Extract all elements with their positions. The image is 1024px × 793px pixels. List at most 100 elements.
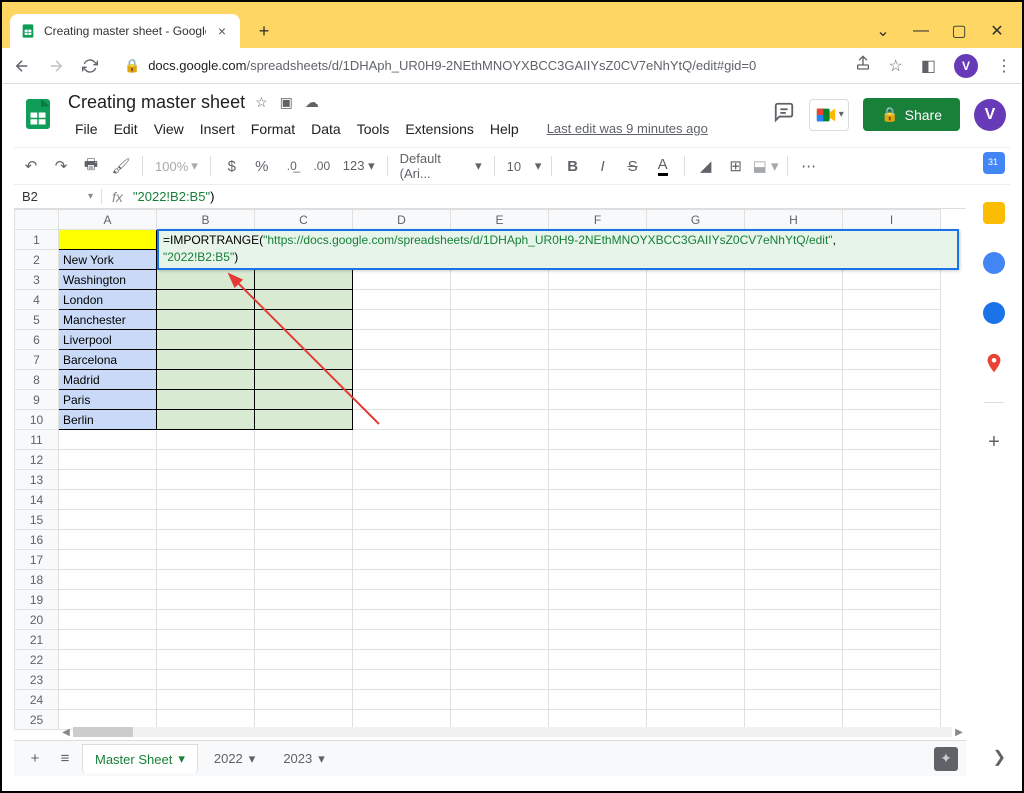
hide-panel-icon[interactable]: ❯ bbox=[993, 747, 1006, 767]
menu-edit[interactable]: Edit bbox=[107, 117, 145, 141]
cell[interactable] bbox=[843, 490, 941, 510]
cell[interactable] bbox=[157, 450, 255, 470]
close-tab-icon[interactable]: × bbox=[214, 23, 230, 39]
cell[interactable] bbox=[157, 490, 255, 510]
cell[interactable] bbox=[745, 430, 843, 450]
cell[interactable] bbox=[549, 530, 647, 550]
row-header[interactable]: 8 bbox=[15, 370, 59, 390]
cell[interactable] bbox=[647, 310, 745, 330]
cell[interactable] bbox=[745, 350, 843, 370]
reload-button[interactable] bbox=[80, 56, 100, 76]
menu-view[interactable]: View bbox=[147, 117, 191, 141]
cell[interactable] bbox=[255, 430, 353, 450]
cell[interactable] bbox=[157, 290, 255, 310]
cell[interactable] bbox=[353, 310, 451, 330]
chevron-down-icon[interactable]: ⌄ bbox=[876, 24, 890, 38]
zoom-dropdown[interactable]: 100% ▾ bbox=[151, 158, 202, 174]
formula-edit-overlay[interactable]: =IMPORTRANGE("https://docs.google.com/sp… bbox=[157, 229, 959, 270]
cell[interactable] bbox=[157, 590, 255, 610]
cell[interactable] bbox=[549, 590, 647, 610]
cell[interactable] bbox=[843, 670, 941, 690]
paint-format-button[interactable]: 🖌 bbox=[108, 153, 134, 179]
cell[interactable] bbox=[59, 630, 157, 650]
cell[interactable] bbox=[745, 310, 843, 330]
cell[interactable] bbox=[255, 610, 353, 630]
chevron-down-icon[interactable]: ▾ bbox=[318, 751, 325, 767]
tasks-icon[interactable] bbox=[983, 252, 1005, 274]
url-field[interactable]: 🔒 docs.google.com/spreadsheets/d/1DHAph_… bbox=[114, 58, 841, 74]
back-button[interactable] bbox=[12, 56, 32, 76]
percent-button[interactable]: % bbox=[249, 153, 275, 179]
cell[interactable] bbox=[745, 630, 843, 650]
cell[interactable] bbox=[59, 670, 157, 690]
row-header[interactable]: 23 bbox=[15, 670, 59, 690]
cell[interactable] bbox=[451, 430, 549, 450]
cell[interactable] bbox=[843, 510, 941, 530]
cell[interactable] bbox=[843, 690, 941, 710]
cell[interactable] bbox=[843, 410, 941, 430]
cell[interactable] bbox=[353, 690, 451, 710]
cell[interactable] bbox=[647, 670, 745, 690]
cell[interactable] bbox=[451, 270, 549, 290]
cell[interactable] bbox=[255, 390, 353, 410]
cell[interactable] bbox=[157, 350, 255, 370]
cell[interactable] bbox=[451, 350, 549, 370]
column-header[interactable]: E bbox=[451, 210, 549, 230]
column-header[interactable]: G bbox=[647, 210, 745, 230]
cell[interactable] bbox=[647, 470, 745, 490]
cell[interactable] bbox=[59, 430, 157, 450]
cell[interactable] bbox=[549, 470, 647, 490]
cell[interactable] bbox=[843, 270, 941, 290]
row-header[interactable]: 25 bbox=[15, 710, 59, 730]
cell[interactable] bbox=[647, 690, 745, 710]
scroll-left-icon[interactable]: ◀ bbox=[59, 727, 73, 738]
cell[interactable]: Liverpool bbox=[59, 330, 157, 350]
cell[interactable] bbox=[647, 450, 745, 470]
cell[interactable] bbox=[843, 650, 941, 670]
account-avatar[interactable]: V bbox=[974, 99, 1006, 131]
cell[interactable]: Washington bbox=[59, 270, 157, 290]
row-header[interactable]: 12 bbox=[15, 450, 59, 470]
cell[interactable] bbox=[59, 590, 157, 610]
cell[interactable] bbox=[157, 670, 255, 690]
cell[interactable] bbox=[745, 650, 843, 670]
cell[interactable] bbox=[255, 650, 353, 670]
last-edit-link[interactable]: Last edit was 9 minutes ago bbox=[540, 117, 715, 141]
cell[interactable] bbox=[157, 330, 255, 350]
cell[interactable] bbox=[549, 430, 647, 450]
cell[interactable] bbox=[255, 310, 353, 330]
cell[interactable] bbox=[843, 550, 941, 570]
doc-title[interactable]: Creating master sheet bbox=[68, 92, 245, 113]
cell[interactable] bbox=[451, 630, 549, 650]
print-button[interactable]: 🖶 bbox=[78, 153, 104, 179]
cell[interactable] bbox=[255, 690, 353, 710]
cell[interactable] bbox=[255, 450, 353, 470]
cell[interactable] bbox=[843, 430, 941, 450]
cell[interactable] bbox=[549, 510, 647, 530]
meet-icon[interactable]: ▾ bbox=[809, 99, 849, 131]
cell[interactable] bbox=[451, 310, 549, 330]
cell[interactable] bbox=[549, 490, 647, 510]
cell[interactable] bbox=[843, 310, 941, 330]
sheet-tab-master[interactable]: Master Sheet ▾ bbox=[82, 744, 198, 773]
add-sheet-button[interactable]: + bbox=[22, 746, 48, 772]
cell[interactable] bbox=[745, 670, 843, 690]
column-header[interactable]: I bbox=[843, 210, 941, 230]
cell[interactable] bbox=[745, 550, 843, 570]
move-doc-icon[interactable]: ▣ bbox=[280, 94, 293, 111]
text-color-button[interactable]: A bbox=[650, 153, 676, 179]
merge-button[interactable]: ⬓ ▾ bbox=[753, 153, 779, 179]
cell[interactable] bbox=[647, 510, 745, 530]
cell[interactable] bbox=[157, 310, 255, 330]
cell[interactable] bbox=[255, 590, 353, 610]
cell[interactable] bbox=[451, 590, 549, 610]
undo-button[interactable]: ↶ bbox=[18, 153, 44, 179]
cell[interactable] bbox=[255, 270, 353, 290]
cell[interactable] bbox=[255, 290, 353, 310]
cell[interactable] bbox=[745, 590, 843, 610]
menu-extensions[interactable]: Extensions bbox=[398, 117, 480, 141]
cell[interactable] bbox=[59, 610, 157, 630]
row-header[interactable]: 22 bbox=[15, 650, 59, 670]
cell[interactable] bbox=[843, 610, 941, 630]
cell[interactable] bbox=[745, 410, 843, 430]
